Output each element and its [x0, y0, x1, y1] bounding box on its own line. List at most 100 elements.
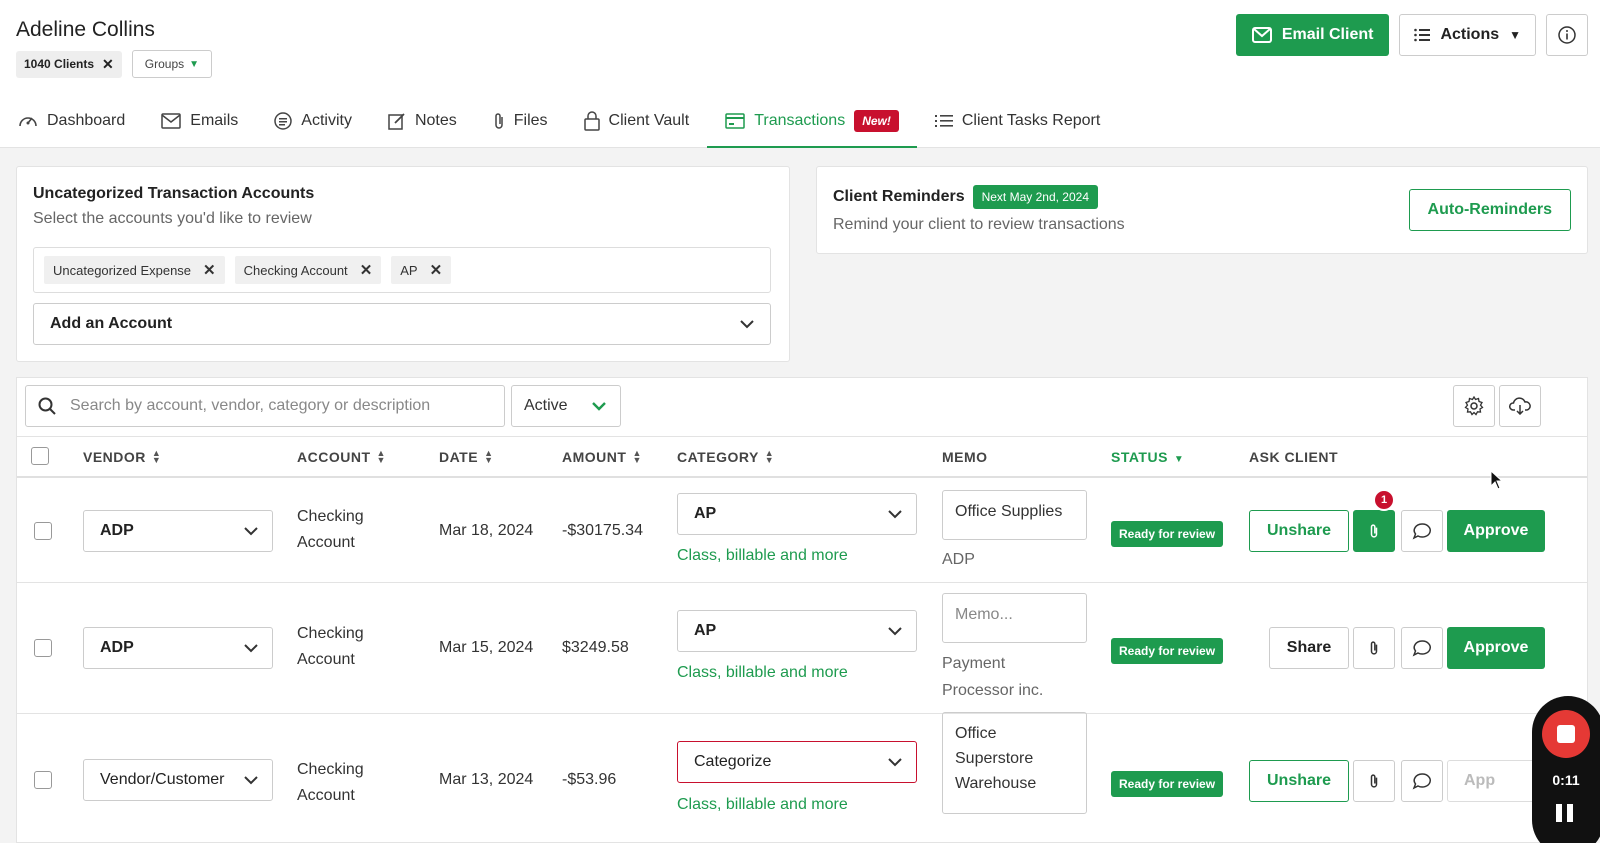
- memo-input[interactable]: Memo...: [942, 593, 1087, 643]
- tab-activity[interactable]: Activity: [256, 96, 370, 148]
- column-header-status[interactable]: STATUS ▼: [1111, 449, 1184, 465]
- account-line: Checking: [297, 761, 364, 778]
- tab-client-vault[interactable]: Client Vault: [566, 96, 708, 148]
- sort-desc-icon: ▼: [1173, 453, 1185, 465]
- account-cell: Checking Account: [297, 621, 364, 673]
- reminders-card-subtitle: Remind your client to review transaction…: [833, 216, 1125, 233]
- tab-emails[interactable]: Emails: [143, 96, 256, 148]
- activity-icon: [274, 112, 293, 130]
- download-button[interactable]: [1499, 385, 1541, 427]
- chip-label: Checking Account: [243, 262, 348, 278]
- unshare-button[interactable]: Unshare: [1249, 760, 1349, 802]
- select-all-checkbox[interactable]: [31, 447, 49, 465]
- table-row: Vendor/Customer Checking Account Mar 13,…: [17, 712, 1587, 843]
- status-filter-select[interactable]: Active: [511, 385, 621, 427]
- account-cell: Checking Account: [297, 757, 364, 809]
- category-select[interactable]: AP: [677, 610, 917, 652]
- vendor-select[interactable]: Vendor/Customer: [83, 759, 273, 801]
- remove-tag-icon[interactable]: ✕: [102, 56, 114, 73]
- approve-button[interactable]: Approve: [1447, 627, 1545, 669]
- vendor-select[interactable]: ADP: [83, 627, 273, 669]
- chat-bubble-icon: [1412, 523, 1431, 540]
- account-chips-box[interactable]: Uncategorized Expense ✕ Checking Account…: [33, 247, 771, 293]
- tab-label: Transactions: [754, 112, 846, 129]
- category-more-link[interactable]: Class, billable and more: [677, 664, 848, 682]
- tab-label: Client Tasks Report: [961, 112, 1101, 129]
- memo-line: Superstore: [955, 750, 1034, 767]
- attachment-count-badge: 1: [1373, 489, 1395, 511]
- approve-button[interactable]: App: [1447, 760, 1545, 802]
- mouse-cursor-icon: [1490, 470, 1504, 490]
- remove-chip-icon[interactable]: ✕: [360, 261, 373, 279]
- column-header-vendor[interactable]: VENDOR ▲ ▼: [83, 449, 161, 466]
- search-icon: [38, 397, 56, 415]
- column-header-date[interactable]: DATE ▲ ▼: [439, 449, 494, 466]
- row-checkbox[interactable]: [34, 522, 52, 540]
- add-account-select[interactable]: Add an Account: [33, 303, 771, 345]
- amount-cell: $3249.58: [562, 639, 629, 656]
- sort-icon: ▲ ▼: [764, 448, 775, 465]
- attachment-button[interactable]: [1353, 760, 1395, 802]
- auto-reminders-button[interactable]: Auto-Reminders: [1408, 189, 1571, 231]
- tab-client-tasks-report[interactable]: Client Tasks Report: [917, 96, 1118, 148]
- tab-files[interactable]: Files: [475, 96, 566, 148]
- vendor-value: ADP: [100, 522, 134, 539]
- chevron-down-icon: ▼: [189, 58, 200, 70]
- chevron-down-icon: [592, 401, 606, 411]
- category-select[interactable]: AP: [677, 493, 917, 535]
- add-account-label: Add an Account: [50, 315, 173, 332]
- column-header-label: STATUS: [1111, 449, 1168, 465]
- actions-dropdown[interactable]: Actions ▼: [1399, 14, 1536, 56]
- tab-label: Emails: [190, 112, 239, 129]
- column-header-category[interactable]: CATEGORY ▲ ▼: [677, 448, 775, 466]
- vendor-value: Vendor/Customer: [100, 771, 225, 788]
- tab-dashboard[interactable]: Dashboard: [18, 96, 143, 148]
- category-more-link[interactable]: Class, billable and more: [677, 547, 848, 565]
- column-header-ask-client: ASK CLIENT: [1249, 449, 1338, 465]
- column-header-memo: MEMO: [942, 449, 988, 465]
- row-checkbox[interactable]: [34, 639, 52, 657]
- approve-button[interactable]: Approve: [1447, 510, 1545, 552]
- sort-icon: ▲ ▼: [632, 448, 642, 465]
- groups-label: Groups: [144, 57, 185, 71]
- column-header-account[interactable]: ACCOUNT ▲ ▼: [297, 449, 386, 466]
- unshare-button[interactable]: Unshare: [1249, 510, 1349, 552]
- comment-button[interactable]: [1401, 627, 1443, 669]
- accounts-card-title: Uncategorized Transaction Accounts: [33, 185, 315, 202]
- screen-recorder-widget: 0:11: [1532, 696, 1600, 843]
- cloud-download-icon: [1509, 397, 1531, 415]
- pause-icon: [1556, 804, 1562, 822]
- tab-transactions[interactable]: Transactions New!: [707, 96, 917, 148]
- row-checkbox[interactable]: [34, 771, 52, 789]
- comment-button[interactable]: [1401, 760, 1443, 802]
- pause-recording-button[interactable]: [1556, 804, 1576, 824]
- client-tags: 1040 Clients ✕ Groups ▼: [16, 50, 213, 78]
- groups-dropdown[interactable]: Groups ▼: [131, 50, 213, 78]
- tab-label: Activity: [301, 112, 352, 129]
- stop-recording-button[interactable]: [1542, 710, 1590, 758]
- vendor-select[interactable]: ADP: [83, 510, 273, 552]
- tab-notes[interactable]: Notes: [370, 96, 475, 148]
- settings-button[interactable]: [1453, 385, 1495, 427]
- remove-chip-icon[interactable]: ✕: [203, 261, 216, 279]
- uncategorized-accounts-card: Uncategorized Transaction Accounts Selec…: [16, 166, 790, 362]
- attachment-button[interactable]: [1353, 627, 1395, 669]
- share-button[interactable]: Share: [1269, 627, 1349, 669]
- chevron-down-icon: [244, 643, 258, 652]
- memo-input[interactable]: Office Supplies: [942, 490, 1087, 540]
- attachment-button[interactable]: [1353, 510, 1395, 552]
- category-more-link[interactable]: Class, billable and more: [677, 796, 848, 814]
- comment-button[interactable]: [1401, 510, 1443, 552]
- chevron-down-icon: [244, 526, 258, 535]
- memo-input[interactable]: Office Superstore Warehouse: [942, 712, 1087, 814]
- accounts-card-subtitle: Select the accounts you'd like to review: [33, 210, 312, 227]
- remove-chip-icon[interactable]: ✕: [430, 261, 443, 279]
- category-select[interactable]: Categorize: [677, 741, 917, 783]
- list-icon: [1414, 28, 1431, 42]
- email-client-button[interactable]: Email Client: [1235, 14, 1390, 56]
- search-input[interactable]: [70, 397, 480, 415]
- info-button[interactable]: [1546, 14, 1588, 56]
- next-reminder-badge: Next May 2nd, 2024: [972, 185, 1098, 209]
- column-header-label: MEMO: [942, 449, 988, 465]
- column-header-amount[interactable]: AMOUNT ▲ ▼: [562, 448, 642, 466]
